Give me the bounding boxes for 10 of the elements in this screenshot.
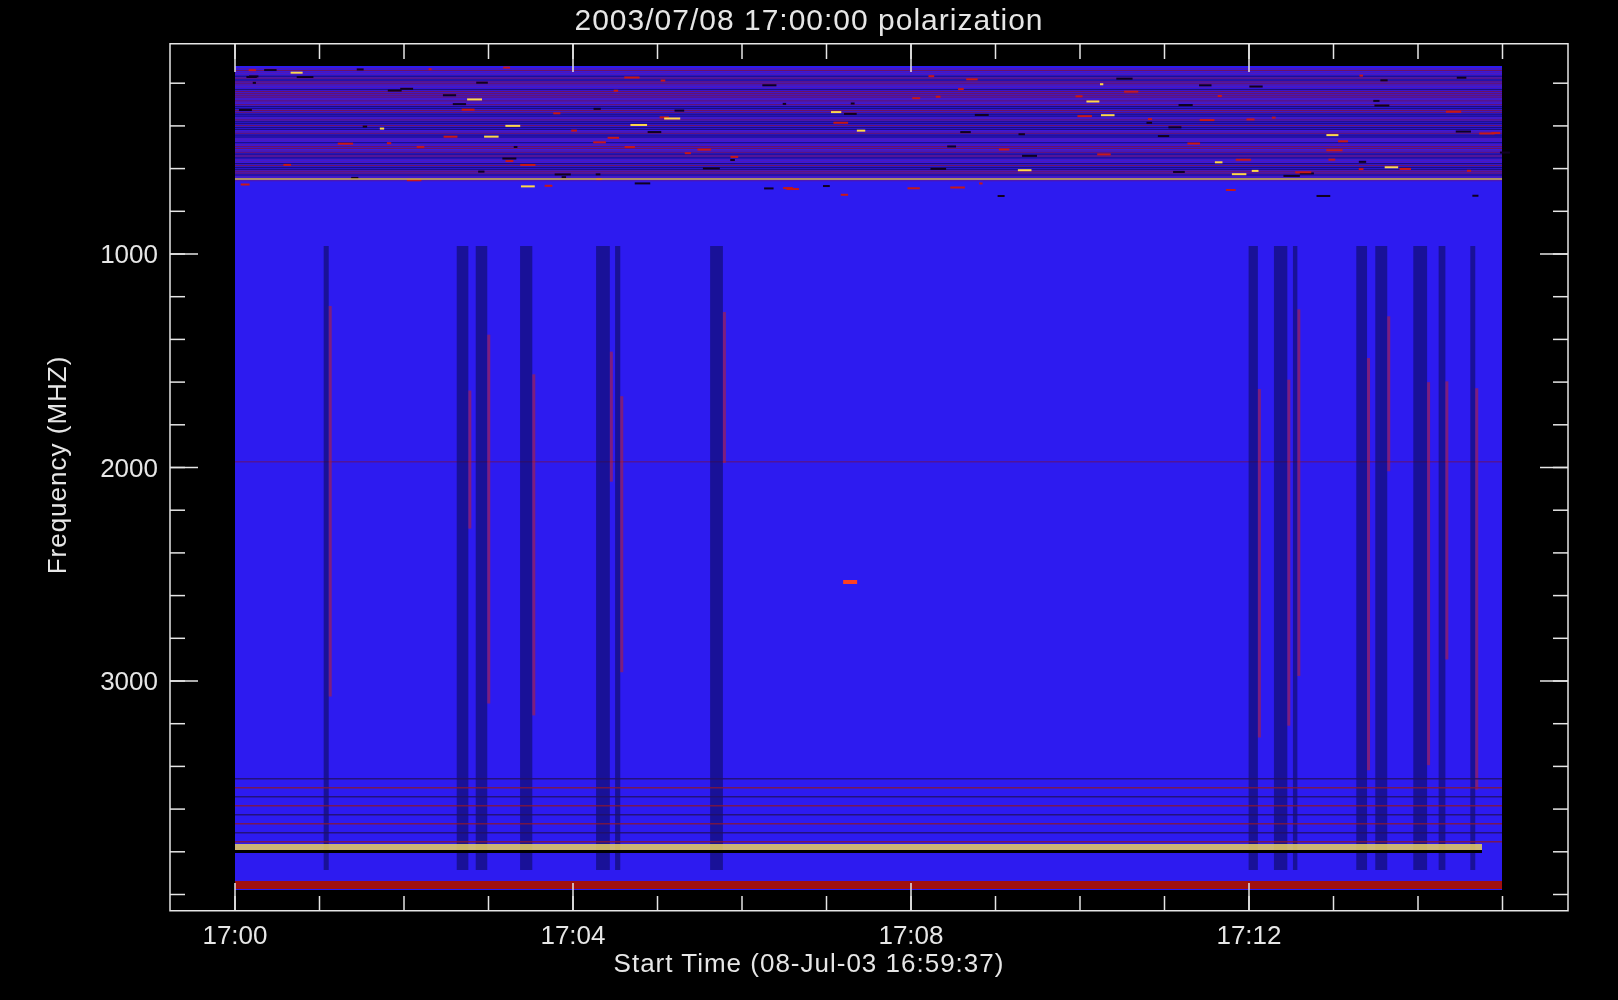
- x-tick-label: 17:00: [202, 920, 268, 948]
- x-axis-label: Start Time (08-Jul-03 16:59:37): [613, 948, 1005, 978]
- chart-title: 2003/07/08 17:00:00 polarization: [574, 2, 1044, 38]
- x-tick-label: 17:08: [878, 920, 944, 948]
- y-axis-label: Frequency (MHZ): [42, 355, 72, 575]
- x-tick-label: 17:04: [540, 920, 606, 948]
- y-tick-label: 2000: [100, 452, 158, 483]
- y-tick-label: 3000: [100, 666, 158, 696]
- y-tick-label: 1000: [100, 239, 158, 269]
- x-tick-label: 17:12: [1216, 920, 1282, 948]
